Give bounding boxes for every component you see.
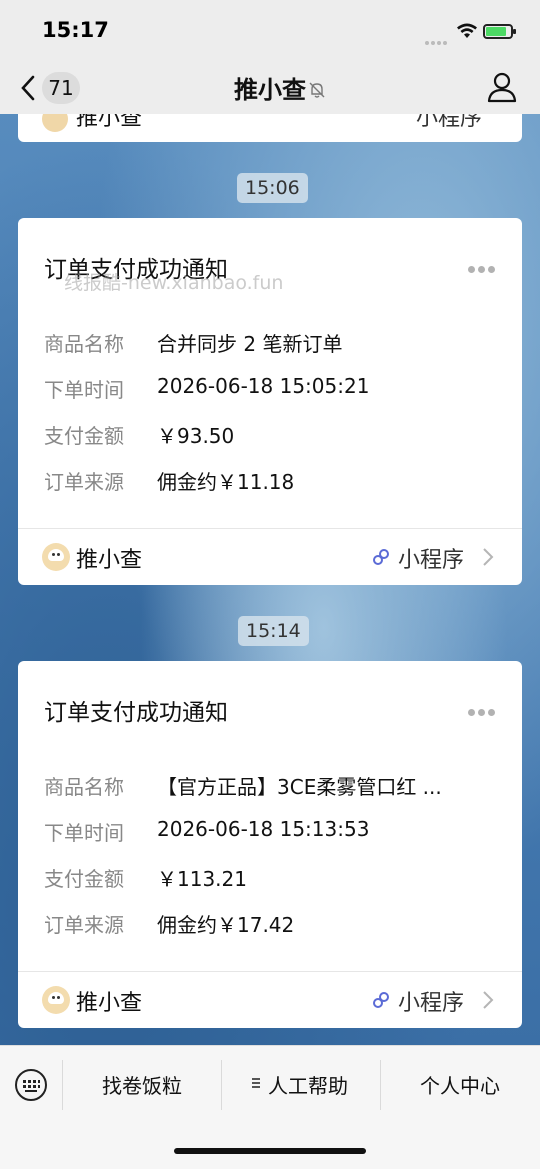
card-title: 订单支付成功通知 [44,700,228,726]
detail-label: 商品名称 [44,332,124,356]
avatar [42,543,70,571]
submenu-icon [252,1078,261,1088]
detail-row: 下单时间 2026-06-18 15:05:21 [44,374,514,404]
detail-label: 订单来源 [44,913,124,937]
previous-message-card[interactable]: 推小查 小程序 [18,114,522,142]
avatar [42,986,70,1014]
detail-label: 下单时间 [44,378,124,402]
menu-divider [380,1060,381,1110]
message-timestamp: 15:06 [237,173,308,203]
avatar [42,114,68,132]
detail-row: 订单来源 佣金约￥11.18 [44,466,514,496]
mini-program-icon [373,992,389,1008]
battery-icon [483,24,516,39]
mini-program-icon [373,549,389,565]
mini-program-footer[interactable]: 推小查 小程序 [18,972,522,1028]
detail-value: 2026-06-18 15:05:21 [157,374,370,398]
keyboard-toggle-icon[interactable] [14,1068,48,1102]
sender-name: 推小查 [76,991,143,1016]
detail-row: 商品名称 合并同步 2 笔新订单 [44,328,514,358]
menu-item-coupons[interactable]: 找卷饭粒 [102,1070,182,1099]
menu-item-help[interactable]: 人工帮助 [268,1070,348,1099]
menu-item-profile[interactable]: 个人中心 [420,1070,500,1099]
page-title: 推小查 [234,76,306,104]
detail-value: ￥93.50 [157,424,235,448]
chevron-right-icon [483,548,494,566]
wifi-icon [457,23,477,38]
detail-value: 2026-06-18 15:13:53 [157,817,370,841]
menu-divider [62,1060,63,1110]
home-indicator [174,1148,366,1154]
more-icon[interactable] [468,258,498,273]
signal-icon [425,30,451,45]
chevron-right-icon [483,991,494,1009]
message-card[interactable]: 订单支付成功通知 商品名称 【官方正品】3CE柔雾管口红 ... 下单时间 20… [18,661,522,1028]
status-bar: 15:17 [0,0,540,62]
detail-value: 佣金约￥11.18 [157,470,295,494]
profile-icon[interactable] [486,70,518,104]
message-timestamp: 15:14 [238,616,309,646]
detail-value: ￥113.21 [157,867,247,891]
nav-bar: 71 推小查 [0,62,540,114]
detail-row: 商品名称 【官方正品】3CE柔雾管口红 ... [44,771,514,801]
message-card[interactable]: 订单支付成功通知 线报酷-new.xianbao.fun 商品名称 合并同步 2… [18,218,522,585]
detail-row: 下单时间 2026-06-18 15:13:53 [44,817,514,847]
status-time: 15:17 [42,18,109,42]
detail-label: 下单时间 [44,821,124,845]
detail-label: 商品名称 [44,775,124,799]
watermark: 线报酷-new.xianbao.fun [64,272,284,294]
detail-label: 订单来源 [44,470,124,494]
detail-value: 佣金约￥17.42 [157,913,295,937]
more-icon[interactable] [468,701,498,716]
menu-divider [221,1060,222,1110]
mini-program-label: 小程序 [398,991,465,1016]
mini-program-footer[interactable]: 推小查 小程序 [18,529,522,585]
detail-label: 支付金额 [44,424,124,448]
detail-row: 支付金额 ￥113.21 [44,863,514,893]
detail-row: 订单来源 佣金约￥17.42 [44,909,514,939]
detail-value: 合并同步 2 笔新订单 [157,332,343,356]
sender-name: 推小查 [76,114,143,131]
detail-value: 【官方正品】3CE柔雾管口红 ... [157,775,442,799]
mini-program-label: 小程序 [398,548,465,573]
mini-program-label: 小程序 [416,114,483,131]
detail-row: 支付金额 ￥93.50 [44,420,514,450]
sender-name: 推小查 [76,548,143,573]
detail-label: 支付金额 [44,867,124,891]
mute-bell-icon [309,82,325,98]
